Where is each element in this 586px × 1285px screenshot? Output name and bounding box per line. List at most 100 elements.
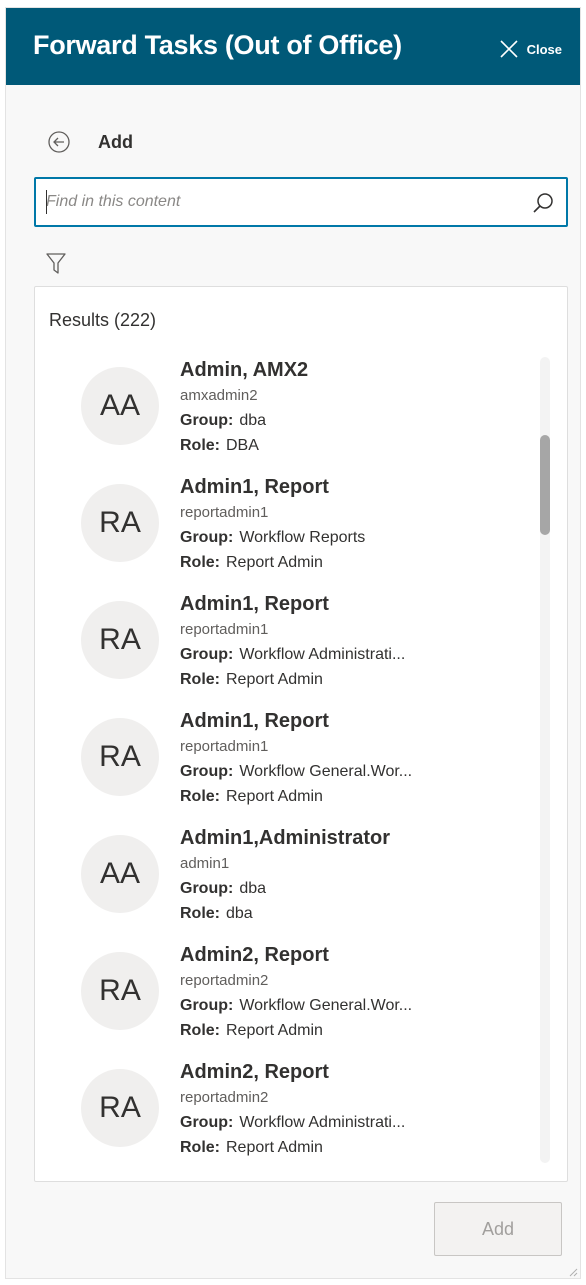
filter-icon[interactable] [43,249,69,279]
item-info: Admin1,Administrator admin1 Group: dba Ro… [180,825,520,926]
role-label: Role: [180,671,220,688]
results-count: Results (222) [49,310,157,330]
item-info: Admin1, Report reportadmin1 Group: Workfl… [180,591,520,692]
group-row: Group: Workflow Administrati... [180,642,520,667]
back-circle-arrow-icon[interactable] [44,127,74,157]
avatar: AA [81,367,159,445]
list-item[interactable]: RA Admin1, Report reportadmin1 Group: Wor… [35,591,535,708]
forward-tasks-panel: Forward Tasks (Out of Office) Close Add [5,7,581,1279]
item-info: Admin, AMX2 amxadmin2 Group: dba Role: DBA [180,357,520,458]
user-name: Admin, AMX2 [180,359,309,381]
text-cursor [46,190,47,214]
search-box[interactable] [34,177,568,227]
group-value: Workflow General.Wor... [239,763,413,780]
role-label: Role: [180,905,220,922]
role-row: Role: Report Admin [180,784,520,809]
search-input[interactable] [46,179,516,225]
role-label: Role: [180,1022,220,1039]
scrollbar-thumb[interactable] [540,435,550,535]
user-id: reportadmin1 [180,738,269,755]
group-label: Group: [180,1114,234,1131]
user-name: Admin1, Report [180,476,329,498]
avatar-initials: RA [99,623,141,656]
avatar-initials: AA [99,389,141,422]
list-item[interactable]: AA Admin, AMX2 amxadmin2 Group: dba Role:… [35,357,535,474]
avatar: RA [81,1069,159,1147]
search-icon[interactable] [528,188,558,218]
resize-grip-icon[interactable] [566,1264,578,1277]
role-row: Role: dba [180,901,520,926]
group-value: Workflow Administrati... [239,1114,406,1131]
avatar: RA [81,601,159,679]
user-id: amxadmin2 [180,387,258,404]
user-name: Admin1, Report [180,710,329,732]
role-row: Role: DBA [180,433,520,458]
item-info: Admin2, Report reportadmin2 Group: Workfl… [180,942,520,1043]
close-button[interactable]: Close [499,36,562,62]
add-heading: Add [98,131,133,152]
avatar: RA [81,484,159,562]
role-label: Role: [180,554,220,571]
avatar-initials: AA [99,857,141,890]
group-label: Group: [180,412,234,429]
group-row: Group: Workflow Reports [180,525,520,550]
avatar: RA [81,718,159,796]
item-info: Admin1, Report reportadmin1 Group: Workfl… [180,474,520,575]
group-value: Workflow Reports [239,529,366,546]
results-panel: Results (222) AA Admin, AMX2 amxadmin2 G… [34,286,568,1182]
avatar: RA [81,952,159,1030]
item-info: Admin1, Report reportadmin1 Group: Workfl… [180,708,520,809]
user-name: Admin2, Report [180,1061,329,1083]
group-value: Workflow General.Wor... [239,997,413,1014]
role-value: Report Admin [226,554,323,571]
role-row: Role: Report Admin [180,667,520,692]
group-label: Group: [180,529,234,546]
user-id: admin1 [180,855,230,872]
group-label: Group: [180,646,234,663]
list-item[interactable]: AA Admin1,Administrator admin1 Group: dba… [35,825,535,942]
user-id: reportadmin1 [180,504,269,521]
list-item[interactable]: RA Admin2, Report reportadmin2 Group: Wor… [35,1059,535,1176]
role-row: Role: Report Admin [180,550,520,575]
role-row: Role: Report Admin [180,1135,520,1160]
user-id: reportadmin2 [180,972,269,989]
results-list: AA Admin, AMX2 amxadmin2 Group: dba Role:… [35,357,535,1176]
avatar-initials: RA [99,740,141,773]
close-label: Close [526,41,562,57]
add-toolbar: Add [44,124,133,160]
list-item[interactable]: RA Admin1, Report reportadmin1 Group: Wor… [35,708,535,825]
panel-header: Forward Tasks (Out of Office) Close [6,8,580,85]
user-name: Admin1,Administrator [180,827,391,849]
role-value: dba [226,905,253,922]
close-icon [499,39,519,59]
role-label: Role: [180,1139,220,1156]
list-item[interactable]: RA Admin2, Report reportadmin2 Group: Wor… [35,942,535,1059]
panel-title: Forward Tasks (Out of Office) [33,30,402,60]
group-value: Workflow Administrati... [239,646,406,663]
group-label: Group: [180,997,234,1014]
role-row: Role: Report Admin [180,1018,520,1043]
role-value: Report Admin [226,671,323,688]
group-label: Group: [180,763,234,780]
group-row: Group: dba [180,876,520,901]
group-row: Group: Workflow Administrati... [180,1110,520,1135]
avatar-initials: RA [99,506,141,539]
item-info: Admin2, Report reportadmin2 Group: Workfl… [180,1059,520,1160]
group-label: Group: [180,880,234,897]
role-value: Report Admin [226,1022,323,1039]
role-label: Role: [180,788,220,805]
avatar: AA [81,835,159,913]
group-row: Group: Workflow General.Wor... [180,759,520,784]
group-value: dba [239,412,267,429]
role-value: Report Admin [226,788,323,805]
user-name: Admin1, Report [180,593,329,615]
list-item[interactable]: RA Admin1, Report reportadmin1 Group: Wor… [35,474,535,591]
user-name: Admin2, Report [180,944,329,966]
group-value: dba [239,880,267,897]
add-button[interactable]: Add [434,1202,562,1256]
user-id: reportadmin2 [180,1089,269,1106]
role-value: Report Admin [226,1139,323,1156]
user-id: reportadmin1 [180,621,269,638]
avatar-initials: RA [99,974,141,1007]
group-row: Group: dba [180,408,520,433]
